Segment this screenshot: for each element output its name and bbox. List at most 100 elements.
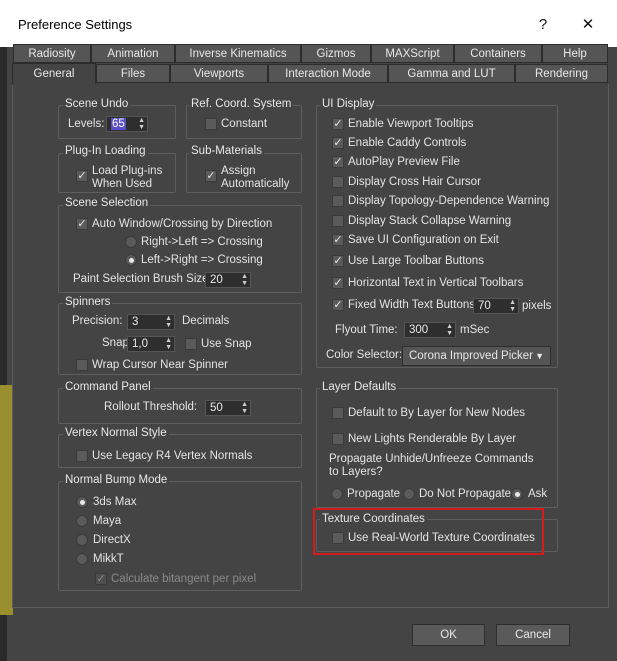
bump-3dsmax-label: 3ds Max xyxy=(93,496,137,508)
autoplay-preview-label: AutoPlay Preview File xyxy=(348,156,460,168)
cross-hair-label: Display Cross Hair Cursor xyxy=(348,176,481,188)
levels-label: Levels: xyxy=(68,118,105,130)
horizontal-text-checkbox[interactable]: ✓ xyxy=(332,277,344,289)
spinner-arrows-icon: ▲ ▼ xyxy=(241,273,248,287)
ui-display-title: UI Display xyxy=(320,98,377,110)
use-snap-checkbox[interactable] xyxy=(185,338,197,350)
save-ui-config-label: Save UI Configuration on Exit xyxy=(348,234,499,246)
lr-crossing-radio[interactable] xyxy=(125,254,137,266)
tab-inverse-kinematics[interactable]: Inverse Kinematics xyxy=(175,44,301,63)
spinner-arrows-icon: ▲ ▼ xyxy=(241,401,248,415)
bump-directx-label: DirectX xyxy=(93,534,131,546)
legacy-normals-checkbox[interactable] xyxy=(76,450,88,462)
rl-crossing-label: Right->Left => Crossing xyxy=(141,236,263,248)
auto-window-label: Auto Window/Crossing by Direction xyxy=(92,218,273,230)
snap-value: 1,0 xyxy=(132,338,148,350)
caddy-controls-checkbox[interactable]: ✓ xyxy=(332,137,344,149)
bitangent-label: Calculate bitangent per pixel xyxy=(111,573,257,585)
lr-crossing-label: Left->Right => Crossing xyxy=(141,254,263,266)
bump-maya-label: Maya xyxy=(93,515,122,527)
brush-size-spinner[interactable]: 20 ▲ ▼ xyxy=(205,272,251,288)
bump-3dsmax-radio[interactable] xyxy=(76,496,88,508)
tab-general[interactable]: General xyxy=(12,63,96,85)
tab-gizmos[interactable]: Gizmos xyxy=(301,44,371,63)
tab-gamma-and-lut[interactable]: Gamma and LUT xyxy=(388,64,515,83)
color-selector-label: Color Selector: xyxy=(326,349,403,361)
stack-collapse-checkbox[interactable] xyxy=(332,215,344,227)
propagate-radio[interactable] xyxy=(331,488,343,500)
spinner-arrows-icon: ▲ ▼ xyxy=(165,337,172,351)
precision-spinner[interactable]: 3 ▲ ▼ xyxy=(127,314,175,330)
color-selector-value: Corona Improved Picker xyxy=(409,350,533,362)
bump-mikkt-label: MikkT xyxy=(93,553,124,565)
normal-bump-title: Normal Bump Mode xyxy=(63,474,170,486)
flyout-time-spinner[interactable]: 300 ▲ ▼ xyxy=(404,322,456,338)
rollout-threshold-value: 50 xyxy=(210,402,223,414)
load-plugins-checkbox[interactable]: ✓ xyxy=(76,170,88,182)
tab-interaction-mode[interactable]: Interaction Mode xyxy=(268,64,388,83)
topology-warning-checkbox[interactable] xyxy=(332,195,344,207)
bump-directx-radio[interactable] xyxy=(76,534,88,546)
load-plugins-label-line1: Load Plug-ins xyxy=(92,165,163,177)
fixed-width-value: 70 xyxy=(478,300,491,312)
fixed-width-spinner[interactable]: 70 ▲ ▼ xyxy=(473,298,519,314)
sub-materials-title: Sub-Materials xyxy=(189,145,264,157)
tab-rendering[interactable]: Rendering xyxy=(515,64,608,83)
horizontal-text-label: Horizontal Text in Vertical Toolbars xyxy=(348,277,524,289)
rollout-threshold-label: Rollout Threshold: xyxy=(104,401,198,413)
spinner-arrows-icon: ▲ ▼ xyxy=(509,299,516,313)
do-not-propagate-radio[interactable] xyxy=(403,488,415,500)
tab-help[interactable]: Help xyxy=(542,44,608,63)
ask-radio[interactable] xyxy=(511,488,523,500)
bump-maya-radio[interactable] xyxy=(76,515,88,527)
help-button[interactable]: ? xyxy=(523,9,563,39)
flyout-time-value: 300 xyxy=(409,324,429,336)
save-ui-config-checkbox[interactable]: ✓ xyxy=(332,234,344,246)
cancel-button[interactable]: Cancel xyxy=(496,624,570,646)
plugin-loading-title: Plug-In Loading xyxy=(63,145,148,157)
spinners-title: Spinners xyxy=(63,296,113,308)
large-toolbar-checkbox[interactable]: ✓ xyxy=(332,255,344,267)
close-button[interactable]: ✕ xyxy=(568,9,608,39)
viewport-tooltips-checkbox[interactable]: ✓ xyxy=(332,118,344,130)
wrap-cursor-label: Wrap Cursor Near Spinner xyxy=(92,359,228,371)
tab-animation[interactable]: Animation xyxy=(91,44,175,63)
levels-spinner[interactable]: 65 ▲ ▼ xyxy=(106,116,148,132)
rl-crossing-radio[interactable] xyxy=(125,236,137,248)
levels-value: 65 xyxy=(111,118,126,130)
rollout-threshold-spinner[interactable]: 50 ▲ ▼ xyxy=(205,400,251,416)
brush-size-value: 20 xyxy=(210,274,223,286)
color-selector-dropdown[interactable]: Corona Improved Picker ▼ xyxy=(402,346,551,366)
autoplay-preview-checkbox[interactable]: ✓ xyxy=(332,156,344,168)
tab-radiosity[interactable]: Radiosity xyxy=(13,44,91,63)
scene-undo-title: Scene Undo xyxy=(63,98,131,110)
tab-maxscript[interactable]: MAXScript xyxy=(371,44,454,63)
load-plugins-label-line2: When Used xyxy=(92,178,153,190)
caddy-controls-label: Enable Caddy Controls xyxy=(348,137,467,149)
precision-value: 3 xyxy=(132,316,139,328)
bump-mikkt-radio[interactable] xyxy=(76,553,88,565)
assign-automatically-checkbox[interactable]: ✓ xyxy=(205,170,217,182)
constant-checkbox[interactable] xyxy=(205,118,217,130)
topology-warning-label: Display Topology-Dependence Warning xyxy=(348,195,550,207)
auto-window-checkbox[interactable]: ✓ xyxy=(76,218,88,230)
snap-spinner[interactable]: 1,0 ▲ ▼ xyxy=(127,336,175,352)
tab-viewports[interactable]: Viewports xyxy=(170,64,268,83)
tab-files[interactable]: Files xyxy=(96,64,170,83)
bitangent-checkbox[interactable]: ✓ xyxy=(95,573,107,585)
tab-containers[interactable]: Containers xyxy=(454,44,542,63)
ok-button[interactable]: OK xyxy=(412,624,485,646)
do-not-propagate-label: Do Not Propagate xyxy=(419,488,512,500)
title-bar: Preference Settings ? ✕ xyxy=(0,0,617,47)
default-bylayer-checkbox[interactable] xyxy=(332,407,344,419)
wrap-cursor-checkbox[interactable] xyxy=(76,359,88,371)
cross-hair-checkbox[interactable] xyxy=(332,176,344,188)
assign-label-line1: Assign xyxy=(221,165,256,177)
highlight-box xyxy=(313,508,544,555)
new-lights-checkbox[interactable] xyxy=(332,433,344,445)
decimals-label: Decimals xyxy=(182,315,230,327)
layer-defaults-title: Layer Defaults xyxy=(320,381,399,393)
default-bylayer-label: Default to By Layer for New Nodes xyxy=(348,407,526,419)
msec-label: mSec xyxy=(460,324,490,336)
fixed-width-checkbox[interactable]: ✓ xyxy=(332,299,344,311)
